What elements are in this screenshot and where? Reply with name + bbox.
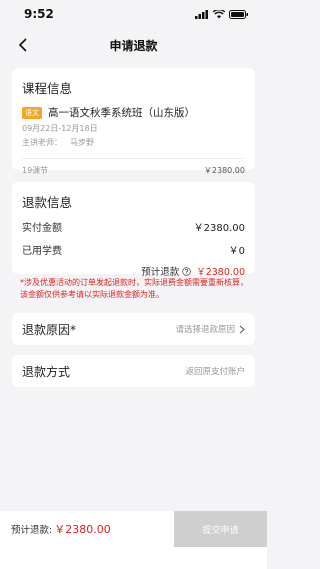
footer-estimate-value: ￥2380.00 <box>54 523 111 536</box>
refund-method-row: 退款方式 返回原支付账户 <box>12 355 255 387</box>
reason-label: 退款原因* <box>22 322 77 337</box>
course-info-card: 课程信息 语文 高一语文秋季系统班（山东版） 09月22日-12月18日 主讲老… <box>12 68 255 175</box>
refund-reason-selector[interactable]: 退款原因* 请选择退款原因 <box>12 313 255 345</box>
teacher-name: 马步野 <box>70 138 94 147</box>
footer-estimate-label: 预计退款: <box>11 525 53 536</box>
back-arrow-icon[interactable] <box>14 35 34 55</box>
estimate-row: 预计退款 ￥2380.00 <box>22 264 245 278</box>
refund-info-card: 退款信息 实付金额 ￥2380.00 已用学费 ￥0 预计退款 ￥2380.00 <box>12 182 255 278</box>
method-label: 退款方式 <box>22 364 71 379</box>
bottom-bar: 预计退款: ￥2380.00 提交申请 <box>0 511 267 547</box>
teacher-line: 主讲老师： 马步野 <box>22 137 245 148</box>
paid-row: 实付金额 ￥2380.00 <box>22 219 245 234</box>
page-title: 申请退款 <box>109 38 158 53</box>
course-dates: 09月22日-12月18日 <box>22 124 98 133</box>
divider <box>22 158 245 159</box>
method-value: 返回原支付账户 <box>185 367 245 377</box>
help-icon[interactable] <box>182 266 191 276</box>
lessons-row: 19课节 ￥2380.00 <box>22 165 245 176</box>
subject-tag: 语文 <box>22 106 42 119</box>
status-bar: 9:52 <box>0 0 267 28</box>
used-label: 已用学费 <box>22 246 62 257</box>
refund-notice: *涉及优惠活动的订单发起退款时，实际退费金额需要重新核算，该金额仅供参考请以实际… <box>20 278 248 299</box>
status-icons <box>195 9 249 19</box>
home-indicator-area <box>0 547 267 569</box>
used-value: ￥0 <box>228 246 245 257</box>
wifi-icon <box>213 9 225 18</box>
lesson-count: 19课节 <box>22 166 49 175</box>
chevron-right-icon <box>239 325 245 333</box>
estimate-label: 预计退款 <box>141 267 180 278</box>
course-row: 语文 高一语文秋季系统班（山东版） <box>22 105 245 120</box>
reason-hint: 请选择退款原因 <box>175 323 245 335</box>
course-price: ￥2380.00 <box>203 166 245 175</box>
teacher-label: 主讲老师： <box>22 138 62 147</box>
estimate-value: ￥2380.00 <box>196 267 245 278</box>
signal-icon <box>195 9 208 19</box>
nav-bar: 申请退款 <box>0 30 267 60</box>
reason-placeholder: 请选择退款原因 <box>175 325 235 335</box>
paid-value: ￥2380.00 <box>193 223 245 234</box>
status-time: 9:52 <box>24 7 54 21</box>
battery-icon <box>229 9 248 19</box>
course-section-title: 课程信息 <box>22 81 73 96</box>
paid-label: 实付金额 <box>22 223 62 234</box>
submit-button[interactable]: 提交申请 <box>174 511 267 547</box>
refund-section-title: 退款信息 <box>22 195 73 210</box>
used-row: 已用学费 ￥0 <box>22 242 245 257</box>
course-name: 高一语文秋季系统班（山东版） <box>48 107 195 119</box>
